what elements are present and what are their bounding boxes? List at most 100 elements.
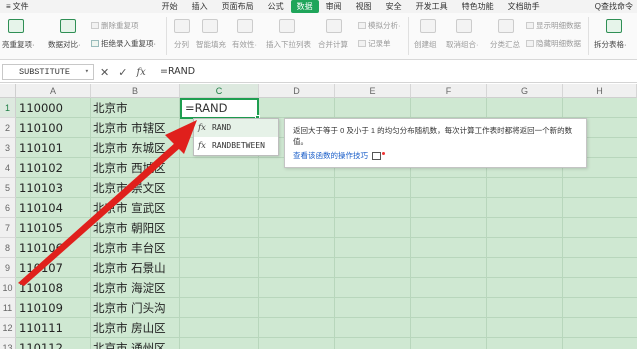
cell-a[interactable]: 110101 — [19, 138, 91, 158]
function-tips-link[interactable]: 查看该函数的操作技巧 — [293, 150, 578, 161]
smart-fill-button[interactable]: 智能填充 — [196, 39, 226, 50]
cell-a[interactable]: 110109 — [19, 298, 91, 318]
row-header[interactable]: 4 — [0, 158, 16, 178]
cell-a[interactable]: 110112 — [19, 338, 91, 349]
cell-a[interactable]: 110108 — [19, 278, 91, 298]
tab-home[interactable]: 开始 — [155, 1, 185, 12]
tab-data[interactable]: 数据 — [290, 0, 319, 13]
row-header[interactable]: 5 — [0, 178, 16, 198]
tab-review[interactable]: 审阅 — [319, 1, 349, 12]
row-header[interactable]: 3 — [0, 138, 16, 158]
cell-b[interactable]: 北京市 房山区 — [93, 318, 171, 338]
function-description: 返回大于等于 0 及小于 1 的均匀分布随机数，每次计算工作表时都将返回一个新的… — [293, 126, 573, 146]
ribbon-divider — [166, 17, 167, 55]
tab-insert[interactable]: 插入 — [185, 1, 215, 12]
cell-a[interactable]: 110105 — [19, 218, 91, 238]
delete-duplicates-label: 删除重复项 — [101, 21, 139, 30]
split-button[interactable]: 分列 — [174, 39, 189, 50]
row-header[interactable]: 2 — [0, 118, 16, 138]
file-menu[interactable]: ≡ 文件 — [0, 1, 35, 12]
cell-b[interactable]: 北京市 门头沟 — [93, 298, 171, 318]
cell-b[interactable]: 北京市 丰台区 — [93, 238, 171, 258]
cell-a[interactable]: 110103 — [19, 178, 91, 198]
column-header-b[interactable]: B — [91, 84, 180, 98]
consolidate-button[interactable]: 合并计算 — [318, 39, 348, 50]
chevron-down-icon[interactable]: ▾ — [85, 65, 89, 79]
column-header-d[interactable]: D — [259, 84, 335, 98]
cell-b[interactable]: 北京市 崇文区 — [93, 178, 171, 198]
ungroup-button[interactable]: 取消组合· — [446, 39, 479, 50]
row-header[interactable]: 6 — [0, 198, 16, 218]
cell-b[interactable]: 北京市 石景山 — [93, 258, 171, 278]
simulate-analysis-button[interactable]: 模拟分析· — [358, 20, 401, 31]
tab-formulas[interactable]: 公式 — [261, 1, 291, 12]
hide-detail-icon — [526, 40, 534, 47]
cell-b[interactable]: 北京市 — [93, 98, 171, 118]
split-table-button[interactable]: 拆分表格· — [594, 39, 627, 50]
row-header[interactable]: 10 — [0, 278, 16, 298]
cell-b[interactable]: 北京市 朝阳区 — [93, 218, 171, 238]
create-group-button[interactable]: 创建组 — [414, 39, 437, 50]
tab-developer[interactable]: 开发工具 — [409, 1, 455, 12]
autocomplete-item-label: RAND — [211, 123, 232, 132]
cell-b[interactable]: 北京市 宣武区 — [93, 198, 171, 218]
column-header-e[interactable]: E — [335, 84, 411, 98]
autocomplete-item-rand[interactable]: fx RAND — [194, 119, 278, 137]
search-command[interactable]: Q查找命令 — [591, 1, 637, 12]
cell-b[interactable]: 北京市 市辖区 — [93, 118, 171, 138]
confirm-icon[interactable]: ✓ — [118, 66, 127, 79]
cell-b[interactable]: 北京市 西城区 — [93, 158, 171, 178]
cell-a[interactable]: 110102 — [19, 158, 91, 178]
active-cell-editor[interactable]: =RAND — [180, 98, 259, 119]
cell-a[interactable]: 110100 — [19, 118, 91, 138]
cancel-icon[interactable]: ✕ — [100, 66, 109, 79]
data-compare-button[interactable]: 数据对比· — [48, 39, 81, 50]
tab-special[interactable]: 特色功能 — [455, 1, 501, 12]
reject-duplicates-button[interactable]: 拒绝录入重复项· — [91, 38, 156, 49]
cell-b[interactable]: 北京市 通州区 — [93, 338, 171, 349]
highlight-duplicates-icon — [8, 19, 24, 33]
row-header[interactable]: 13 — [0, 338, 16, 349]
formula-input[interactable]: =RAND — [160, 64, 195, 80]
row-header[interactable]: 11 — [0, 298, 16, 318]
insert-dropdown-button[interactable]: 插入下拉列表 — [266, 39, 311, 50]
cell-b[interactable]: 北京市 海淀区 — [93, 278, 171, 298]
hide-detail-button[interactable]: 隐藏明细数据 — [526, 38, 581, 49]
delete-duplicates-button[interactable]: 删除重复项 — [91, 20, 139, 31]
autocomplete-item-randbetween[interactable]: fx RANDBETWEEN — [194, 137, 278, 155]
row-header[interactable]: 12 — [0, 318, 16, 338]
cell-a[interactable]: 110106 — [19, 238, 91, 258]
cell-a[interactable]: 110104 — [19, 198, 91, 218]
cell-a[interactable]: 110107 — [19, 258, 91, 278]
record-label: 记录单 — [368, 39, 391, 48]
row-header[interactable]: 1 — [0, 98, 16, 118]
row-header[interactable]: 9 — [0, 258, 16, 278]
show-detail-button[interactable]: 显示明细数据 — [526, 20, 581, 31]
cell-b[interactable]: 北京市 东城区 — [93, 138, 171, 158]
record-form-button[interactable]: 记录单 — [358, 38, 391, 49]
ribbon: 亮重复项· 数据对比· 删除重复项 拒绝录入重复项· 分列 智能填充 有效性· … — [0, 13, 637, 60]
row-header[interactable]: 8 — [0, 238, 16, 258]
tab-security[interactable]: 安全 — [379, 1, 409, 12]
insert-dropdown-icon — [279, 19, 295, 33]
tab-page-layout[interactable]: 页面布局 — [215, 1, 261, 12]
row-header[interactable]: 7 — [0, 218, 16, 238]
validity-button[interactable]: 有效性· — [232, 39, 257, 50]
column-header-h[interactable]: H — [563, 84, 637, 98]
function-tips-link-label: 查看该函数的操作技巧 — [293, 151, 368, 160]
column-header-f[interactable]: F — [411, 84, 487, 98]
highlight-duplicates-button[interactable]: 亮重复项· — [2, 39, 35, 50]
column-header-a[interactable]: A — [16, 84, 91, 98]
split-icon — [174, 19, 190, 33]
cell-a[interactable]: 110000 — [19, 98, 91, 118]
subtotal-button[interactable]: 分类汇总 — [490, 39, 520, 50]
tab-doc-assistant[interactable]: 文档助手 — [501, 1, 547, 12]
reject-duplicates-label: 拒绝录入重复项· — [101, 39, 156, 48]
column-header-g[interactable]: G — [487, 84, 563, 98]
tab-view[interactable]: 视图 — [349, 1, 379, 12]
cell-a[interactable]: 110111 — [19, 318, 91, 338]
select-all-corner[interactable] — [0, 84, 16, 98]
insert-function-icon[interactable]: fx — [136, 67, 145, 78]
column-header-c[interactable]: C — [180, 84, 259, 98]
name-box[interactable]: SUBSTITUTE ▾ — [2, 64, 94, 80]
